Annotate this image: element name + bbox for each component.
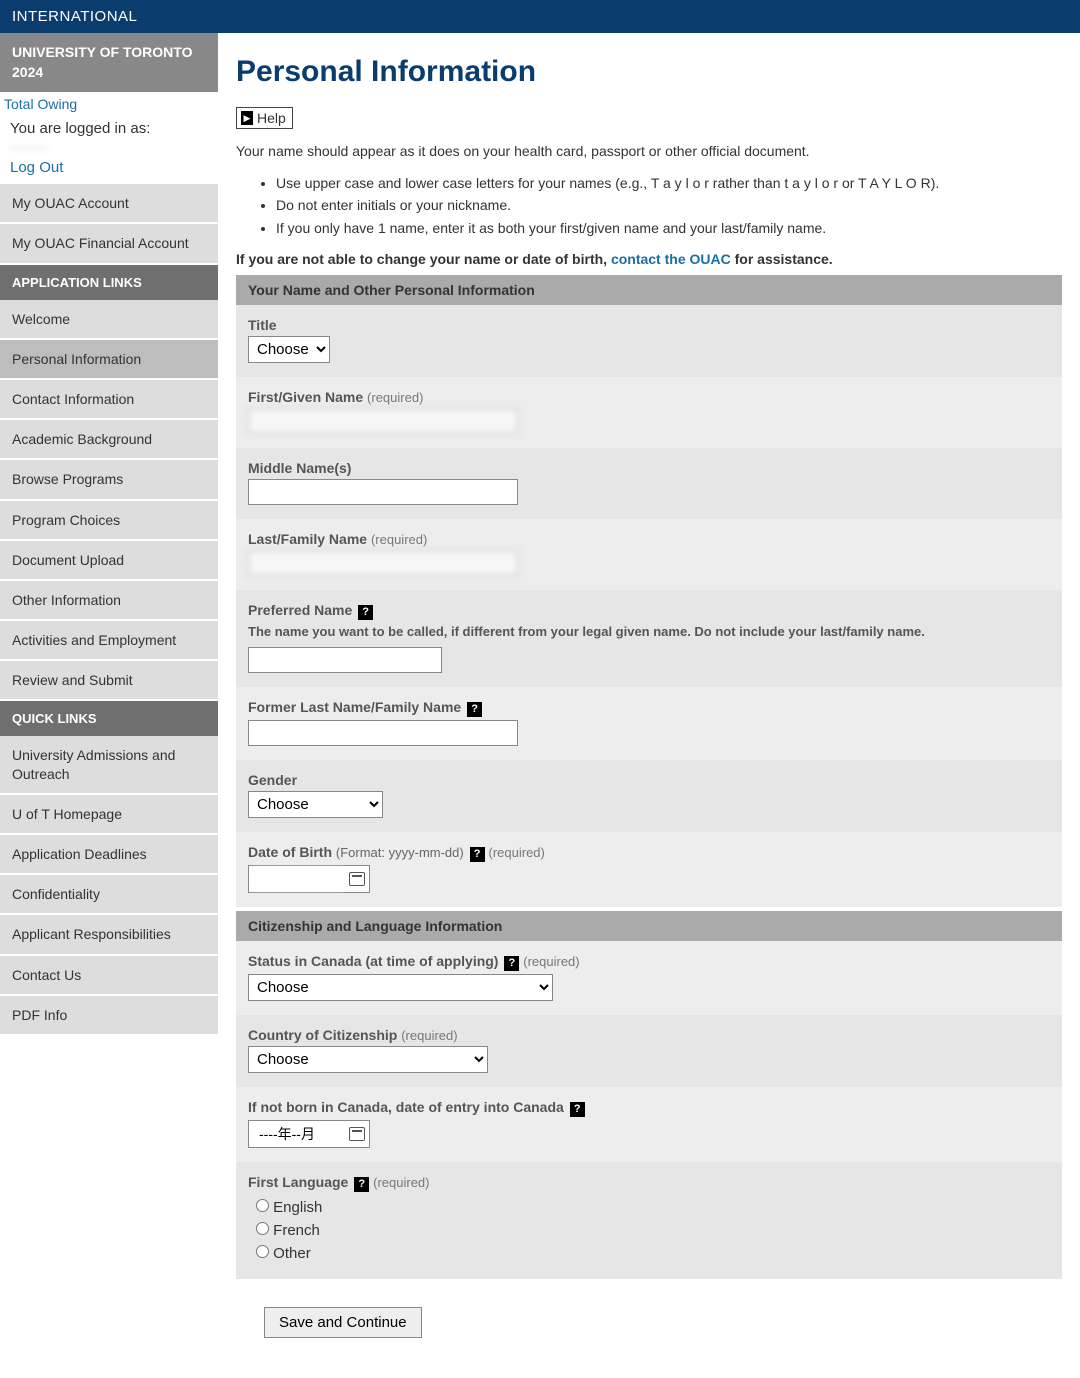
preferred-name-field: Preferred Name ? The name you want to be… — [236, 590, 1062, 687]
contact-ouac-link[interactable]: contact the OUAC — [611, 251, 731, 267]
topbar: INTERNATIONAL — [0, 0, 1080, 33]
help-icon[interactable]: ? — [570, 1102, 585, 1117]
last-name-input[interactable] — [248, 550, 518, 576]
title-label: Title — [248, 317, 1050, 333]
last-name-label: Last/Family Name (required) — [248, 531, 1050, 547]
sidebar-app-link[interactable]: Browse Programs — [0, 460, 218, 500]
sidebar-app-link[interactable]: Contact Information — [0, 380, 218, 420]
former-name-input[interactable] — [248, 720, 518, 746]
save-continue-button[interactable]: Save and Continue — [264, 1307, 422, 1338]
calendar-icon[interactable] — [349, 872, 365, 886]
logged-in-name: ········ — [0, 137, 218, 157]
status-canada-field: Status in Canada (at time of applying) ?… — [236, 941, 1062, 1015]
sidebar-app-link[interactable]: Welcome — [0, 300, 218, 340]
calendar-icon[interactable] — [349, 1127, 365, 1141]
sidebar-account-item[interactable]: My OUAC Financial Account — [0, 224, 218, 264]
sidebar-app-link[interactable]: Activities and Employment — [0, 621, 218, 661]
first-name-input[interactable] — [248, 408, 518, 434]
main-content: Personal Information ▶ Help Your name sh… — [218, 33, 1080, 1378]
sidebar: UNIVERSITY OF TORONTO 2024 Total Owing Y… — [0, 33, 218, 1036]
logged-in-label: You are logged in as: — [0, 116, 218, 137]
citizenship-select[interactable]: Choose — [248, 1046, 488, 1073]
sidebar-account-item[interactable]: My OUAC Account — [0, 184, 218, 224]
citizenship-field: Country of Citizenship (required) Choose — [236, 1015, 1062, 1087]
status-canada-label: Status in Canada (at time of applying) ?… — [248, 953, 1050, 971]
help-button[interactable]: ▶ Help — [236, 107, 293, 129]
entry-date-label: If not born in Canada, date of entry int… — [248, 1099, 1050, 1117]
title-field: Title Choose — [236, 305, 1062, 377]
gender-label: Gender — [248, 772, 1050, 788]
help-icon[interactable]: ? — [354, 1177, 369, 1192]
dob-field: Date of Birth (Format: yyyy-mm-dd) ? (re… — [236, 832, 1062, 907]
quick-links-label: QUICK LINKS — [0, 701, 218, 736]
lang-english-option[interactable]: English — [248, 1196, 1050, 1219]
sidebar-quick-link[interactable]: PDF Info — [0, 996, 218, 1036]
sidebar-app-link[interactable]: Document Upload — [0, 541, 218, 581]
former-name-field: Former Last Name/Family Name ? — [236, 687, 1062, 760]
sidebar-app-link[interactable]: Academic Background — [0, 420, 218, 460]
lang-other-option[interactable]: Other — [248, 1242, 1050, 1265]
first-name-label: First/Given Name (required) — [248, 389, 1050, 405]
preferred-name-input[interactable] — [248, 647, 442, 673]
sidebar-app-link[interactable]: Program Choices — [0, 501, 218, 541]
sidebar-quick-link[interactable]: Applicant Responsibilities — [0, 915, 218, 955]
entry-date-input[interactable] — [253, 1122, 343, 1146]
page-title: Personal Information — [236, 55, 1062, 89]
last-name-field: Last/Family Name (required) — [236, 519, 1062, 590]
contact-note: If you are not able to change your name … — [236, 251, 1062, 267]
status-canada-select[interactable]: Choose — [248, 974, 553, 1001]
middle-name-input[interactable] — [248, 479, 518, 505]
triangle-icon: ▶ — [241, 111, 253, 125]
lang-french-option[interactable]: French — [248, 1219, 1050, 1242]
help-icon[interactable]: ? — [504, 956, 519, 971]
application-links-label: APPLICATION LINKS — [0, 265, 218, 300]
sidebar-quick-link[interactable]: U of T Homepage — [0, 795, 218, 835]
total-owing-link[interactable]: Total Owing — [0, 92, 218, 116]
former-name-label: Former Last Name/Family Name ? — [248, 699, 1050, 717]
sidebar-quick-link[interactable]: Confidentiality — [0, 875, 218, 915]
logout-link[interactable]: Log Out — [0, 157, 73, 184]
sidebar-quick-link[interactable]: Contact Us — [0, 956, 218, 996]
help-icon[interactable]: ? — [470, 847, 485, 862]
topbar-title: INTERNATIONAL — [12, 8, 137, 25]
sidebar-app-link[interactable]: Other Information — [0, 581, 218, 621]
preferred-name-hint: The name you want to be called, if diffe… — [248, 623, 1050, 641]
gender-select[interactable]: Choose — [248, 791, 383, 818]
middle-name-field: Middle Name(s) — [236, 448, 1062, 519]
first-language-field: First Language ? (required) English Fren… — [236, 1162, 1062, 1279]
gender-field: Gender Choose — [236, 760, 1062, 832]
dob-label: Date of Birth (Format: yyyy-mm-dd) ? (re… — [248, 844, 1050, 862]
section-name-header: Your Name and Other Personal Information — [236, 275, 1062, 305]
help-icon[interactable]: ? — [358, 605, 373, 620]
entry-date-field: If not born in Canada, date of entry int… — [236, 1087, 1062, 1162]
title-select[interactable]: Choose — [248, 336, 330, 363]
sidebar-app-link[interactable]: Review and Submit — [0, 661, 218, 701]
sidebar-header: UNIVERSITY OF TORONTO 2024 — [0, 33, 218, 92]
instruction-list: Use upper case and lower case letters fo… — [276, 172, 1062, 239]
sidebar-quick-link[interactable]: University Admissions and Outreach — [0, 736, 218, 794]
first-language-label: First Language ? (required) — [248, 1174, 1050, 1192]
first-name-field: First/Given Name (required) — [236, 377, 1062, 448]
citizenship-label: Country of Citizenship (required) — [248, 1027, 1050, 1043]
section-citizenship-header: Citizenship and Language Information — [236, 911, 1062, 941]
help-icon[interactable]: ? — [467, 702, 482, 717]
dob-input[interactable] — [253, 867, 343, 891]
sidebar-quick-link[interactable]: Application Deadlines — [0, 835, 218, 875]
preferred-name-label: Preferred Name ? — [248, 602, 1050, 620]
middle-name-label: Middle Name(s) — [248, 460, 1050, 476]
intro-text: Your name should appear as it does on yo… — [236, 141, 1062, 162]
sidebar-app-link[interactable]: Personal Information — [0, 340, 218, 380]
